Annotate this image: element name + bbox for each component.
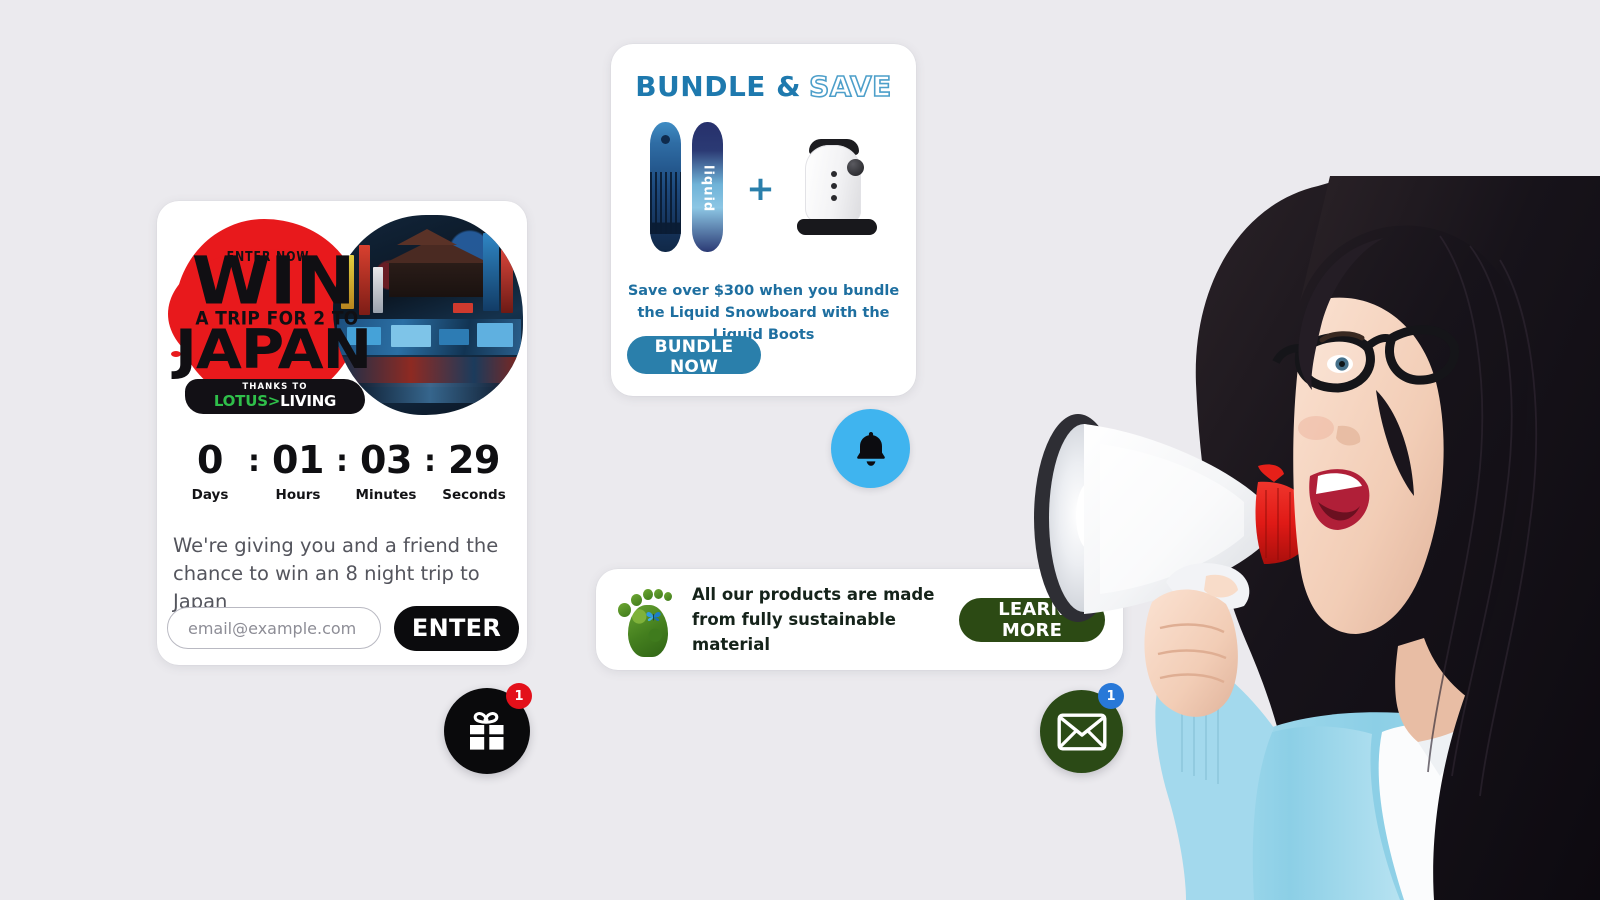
footprint-toe <box>654 588 663 599</box>
plus-icon: + <box>746 169 775 209</box>
giveaway-headline-top: WIN <box>191 241 356 320</box>
email-input[interactable] <box>167 607 381 649</box>
giveaway-headline-bottom: JAPAN <box>174 318 372 381</box>
snowboard-graphic-side <box>650 121 682 252</box>
bundle-now-button[interactable]: BUNDLE NOW <box>627 336 761 377</box>
footprint-toe <box>664 591 672 601</box>
bell-icon <box>856 431 885 466</box>
countdown-timer: 0 Days : 01 Hours : 03 Minutes : 29 Seco… <box>157 441 527 503</box>
snowboard-forest-detail <box>650 171 682 234</box>
sponsor-brush-bar: THANKS TO LOTUS>LIVING <box>185 379 365 414</box>
countdown-unit-hours: 01 Hours <box>265 441 331 503</box>
sustainability-message-line-2: from fully sustainable material <box>692 610 896 654</box>
giveaway-headline-group: ENTER NOW WIN A TRIP FOR 2 TO JAPAN THAN… <box>157 201 397 423</box>
sustainability-message-line-1: All our products are made <box>692 585 935 604</box>
bundle-description-line-1: Save over $300 when you bundle the Liqui… <box>627 283 900 343</box>
giveaway-description: We're giving you and a friend the chance… <box>173 534 499 613</box>
neon-sign <box>501 249 513 313</box>
neon-sign <box>453 303 473 313</box>
billboard <box>439 329 469 345</box>
enter-button[interactable]: ENTER <box>394 605 519 651</box>
bundle-title: BUNDLE & SAVE <box>611 69 916 104</box>
green-footprint-icon <box>614 583 680 657</box>
footprint-toe <box>631 593 642 606</box>
temple-roof-upper <box>397 229 457 245</box>
boot-lace-eyelet <box>830 194 837 201</box>
footprint-toe <box>643 588 653 600</box>
billboard <box>477 323 513 347</box>
gift-icon <box>470 711 504 750</box>
bundle-product-images: liquid + <box>611 114 916 264</box>
giveaway-hero-image: ENTER NOW WIN A TRIP FOR 2 TO JAPAN THAN… <box>157 201 527 423</box>
boot-lace-eyelet <box>830 170 837 177</box>
snowboard-base-side: liquid <box>692 121 724 252</box>
snowboard-brand-text: liquid <box>700 164 716 213</box>
countdown-value: 0 <box>197 438 223 482</box>
countdown-value: 03 <box>360 438 412 482</box>
boot-lace-eyelet <box>830 182 837 189</box>
gift-unread-count: 1 <box>506 683 532 709</box>
countdown-label: Minutes <box>355 487 417 503</box>
neon-sign <box>483 233 499 311</box>
countdown-value: 01 <box>272 438 324 482</box>
countdown-separator: : <box>248 444 260 479</box>
boot-sole <box>796 218 877 235</box>
countdown-label: Hours <box>275 487 321 503</box>
countdown-separator: : <box>336 444 348 479</box>
pupil <box>1339 361 1345 367</box>
snowboard-pair-image: liquid <box>644 121 730 257</box>
countdown-unit-days: 0 Days <box>177 441 243 503</box>
giveaway-signup-form: ENTER <box>167 605 519 651</box>
woman-shouting-into-megaphone-photo <box>1000 176 1600 900</box>
promo-overlay-stage: ENTER NOW WIN A TRIP FOR 2 TO JAPAN THAN… <box>0 0 1600 900</box>
countdown-label: Days <box>191 487 229 503</box>
sponsor-prefix: THANKS TO <box>242 382 308 392</box>
sustainability-message: All our products are made from fully sus… <box>680 582 959 657</box>
countdown-separator: : <box>424 444 436 479</box>
boot-boa-dial <box>846 158 864 176</box>
sponsor-brand: LOTUS>LIVING <box>185 392 365 410</box>
butterfly-icon <box>646 611 661 621</box>
countdown-value: 29 <box>448 438 500 482</box>
giveaway-popup-card: ENTER NOW WIN A TRIP FOR 2 TO JAPAN THAN… <box>157 201 527 665</box>
bundle-save-card: BUNDLE & SAVE liquid + Save over $300 wh… <box>611 44 916 396</box>
gift-launcher-button[interactable]: 1 <box>444 683 532 774</box>
countdown-unit-seconds: 29 Seconds <box>441 441 507 503</box>
snowboard-moon-detail <box>661 134 671 144</box>
cheek <box>1298 416 1334 440</box>
countdown-unit-minutes: 03 Minutes <box>353 441 419 503</box>
megaphone-photo-artwork <box>1034 176 1600 900</box>
sponsor-brand-white: LIVING <box>280 392 337 410</box>
countdown-label: Seconds <box>442 487 506 503</box>
notification-bell-launcher[interactable] <box>831 409 910 488</box>
snowboard-boot-image <box>791 137 883 242</box>
sponsor-brand-green: LOTUS> <box>213 392 281 410</box>
footprint-toe <box>618 602 631 617</box>
bundle-title-outline: SAVE <box>808 69 892 104</box>
bundle-title-solid: BUNDLE & <box>635 70 802 103</box>
